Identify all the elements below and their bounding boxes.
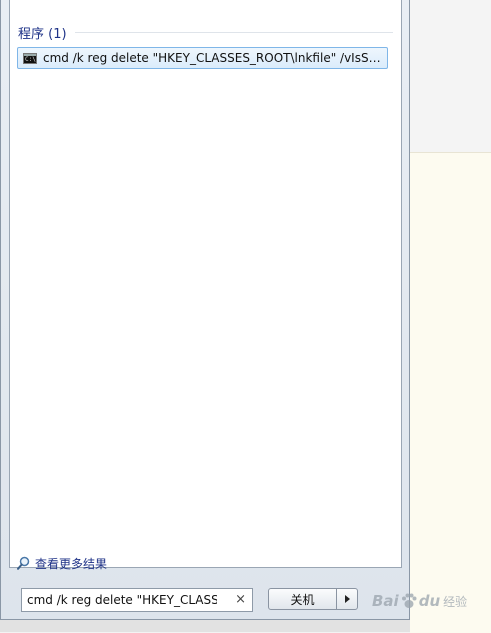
results-group-title: 程序 (1) bbox=[18, 26, 67, 42]
background-panel bbox=[410, 152, 491, 633]
shutdown-button[interactable]: 关机 bbox=[269, 589, 336, 609]
paw-icon bbox=[401, 593, 417, 608]
shutdown-group: 关机 bbox=[268, 588, 358, 610]
result-item-cmd[interactable]: C:\ cmd /k reg delete "HKEY_CLASSES_ROOT… bbox=[17, 47, 388, 69]
start-menu: 程序 (1) C:\ cmd /k reg delete "HKEY_CLASS… bbox=[0, 0, 410, 620]
results-group-header: 程序 (1) bbox=[18, 22, 393, 42]
group-divider bbox=[74, 31, 393, 33]
bottom-bar: × 关机 bbox=[9, 578, 402, 616]
search-results-pane: 程序 (1) bbox=[9, 0, 402, 568]
search-input[interactable] bbox=[27, 593, 217, 607]
watermark: Bai du 经验 bbox=[372, 586, 490, 616]
triangle-right-icon bbox=[344, 595, 350, 603]
see-more-results-link[interactable]: 查看更多结果 bbox=[17, 554, 107, 572]
background-strip bbox=[0, 620, 410, 632]
clear-icon[interactable]: × bbox=[235, 592, 246, 607]
see-more-label: 查看更多结果 bbox=[35, 556, 108, 571]
watermark-logo-suffix: du bbox=[418, 592, 441, 610]
cmd-icon: C:\ bbox=[23, 52, 37, 64]
watermark-text: 经验 bbox=[443, 594, 468, 609]
shutdown-options-button[interactable] bbox=[336, 589, 357, 609]
watermark-logo: Bai bbox=[372, 592, 399, 610]
search-box: × bbox=[21, 588, 253, 612]
result-item-label: cmd /k reg delete "HKEY_CLASSES_ROOT\lnk… bbox=[43, 51, 383, 65]
magnifier-icon bbox=[17, 556, 30, 570]
